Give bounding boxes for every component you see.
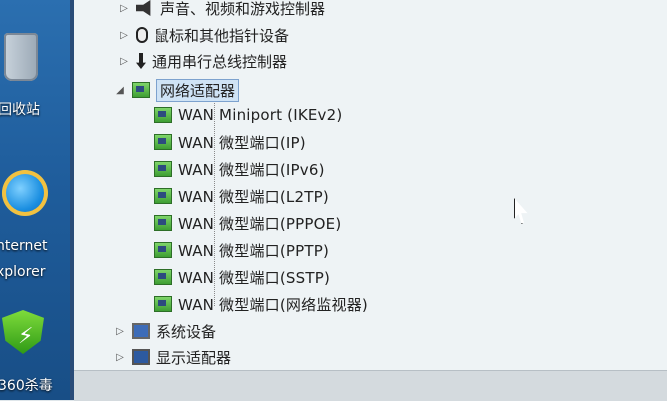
network-adapter-icon: [154, 188, 172, 204]
tree-item-usb[interactable]: ▷ 通用串行总线控制器: [118, 48, 287, 74]
internet-explorer-label-line2: xplorer: [0, 264, 46, 280]
usb-icon: [136, 53, 146, 69]
360-antivirus-label: 360杀毒: [0, 378, 53, 394]
360-shield-icon: ⚡: [2, 310, 44, 354]
360-antivirus-shortcut[interactable]: ⚡ 360杀毒: [0, 305, 70, 400]
tree-child-wan-l2tp[interactable]: WAN 微型端口(L2TP): [154, 183, 329, 209]
tree-item-mouse[interactable]: ▷ 鼠标和其他指针设备: [118, 22, 289, 48]
tree-item-system-devices[interactable]: ▷ 系统设备: [114, 318, 216, 344]
tree-item-label: 鼠标和其他指针设备: [154, 26, 290, 45]
tree-child-label: WAN 微型端口(IP): [178, 133, 306, 152]
network-adapter-icon: [154, 296, 172, 312]
tree-item-label: 通用串行总线控制器: [152, 52, 288, 71]
tree-item-display-adapters[interactable]: ▷ 显示适配器: [114, 344, 231, 370]
tree-child-wan-sstp[interactable]: WAN 微型端口(SSTP): [154, 264, 330, 290]
tree-child-wan-netmon[interactable]: WAN 微型端口(网络监视器): [154, 291, 368, 317]
device-manager-window: ▷ 声音、视频和游戏控制器 ▷ 鼠标和其他指针设备 ▷ 通用串行总线控制器 ◢ …: [70, 0, 667, 401]
expand-arrow-icon[interactable]: ▷: [114, 325, 126, 337]
tree-child-label: WAN Miniport (IKEv2): [178, 106, 343, 124]
network-adapter-icon: [132, 82, 150, 98]
internet-explorer-label-line1: nternet: [0, 238, 48, 254]
tree-child-wan-pptp[interactable]: WAN 微型端口(PPTP): [154, 237, 329, 263]
tree-item-label: 声音、视频和游戏控制器: [160, 0, 326, 18]
tree-item-label: 网络适配器: [156, 78, 240, 102]
tree-item-audio[interactable]: ▷ 声音、视频和游戏控制器: [118, 0, 325, 21]
network-adapter-icon: [154, 161, 172, 177]
tree-child-wan-ip[interactable]: WAN 微型端口(IP): [154, 129, 306, 155]
computer-icon: [132, 323, 150, 339]
network-adapter-icon: [154, 242, 172, 258]
expand-arrow-icon[interactable]: ▷: [118, 29, 130, 41]
tree-item-label: 显示适配器: [156, 348, 232, 367]
internet-explorer-icon: [2, 170, 48, 216]
recycle-bin-icon: [4, 33, 38, 81]
network-adapter-icon: [154, 107, 172, 123]
tree-child-wan-ikev2[interactable]: WAN Miniport (IKEv2): [154, 102, 342, 128]
tree-child-label: WAN 微型端口(网络监视器): [178, 295, 368, 314]
network-adapter-icon: [154, 215, 172, 231]
tree-child-wan-ipv6[interactable]: WAN 微型端口(IPv6): [154, 156, 325, 182]
expand-arrow-icon[interactable]: ▷: [118, 55, 130, 67]
tree-item-label: 系统设备: [156, 322, 217, 341]
speaker-icon: [136, 0, 151, 16]
network-adapter-icon: [154, 134, 172, 150]
collapse-arrow-icon[interactable]: ◢: [114, 84, 126, 96]
tree-child-label: WAN 微型端口(IPv6): [178, 160, 325, 179]
monitor-icon: [132, 349, 150, 365]
mouse-cursor-icon: [514, 198, 528, 224]
network-adapter-icon: [154, 269, 172, 285]
expand-arrow-icon[interactable]: ▷: [114, 351, 126, 363]
recycle-bin-shortcut[interactable]: 回收站: [0, 25, 70, 120]
tree-child-label: WAN 微型端口(L2TP): [178, 187, 329, 206]
tree-child-wan-pppoe[interactable]: WAN 微型端口(PPPOE): [154, 210, 341, 236]
expand-arrow-icon[interactable]: ▷: [118, 2, 130, 14]
tree-child-label: WAN 微型端口(PPTP): [178, 241, 330, 260]
mouse-icon: [136, 27, 148, 43]
tree-item-network-adapters[interactable]: ◢ 网络适配器: [114, 77, 240, 103]
internet-explorer-shortcut[interactable]: nternet xplorer: [0, 160, 70, 295]
tree-child-label: WAN 微型端口(SSTP): [178, 268, 331, 287]
recycle-bin-label: 回收站: [0, 102, 40, 118]
desktop-strip: 回收站 nternet xplorer ⚡ 360杀毒: [0, 0, 70, 400]
tree-child-label: WAN 微型端口(PPPOE): [178, 214, 342, 233]
